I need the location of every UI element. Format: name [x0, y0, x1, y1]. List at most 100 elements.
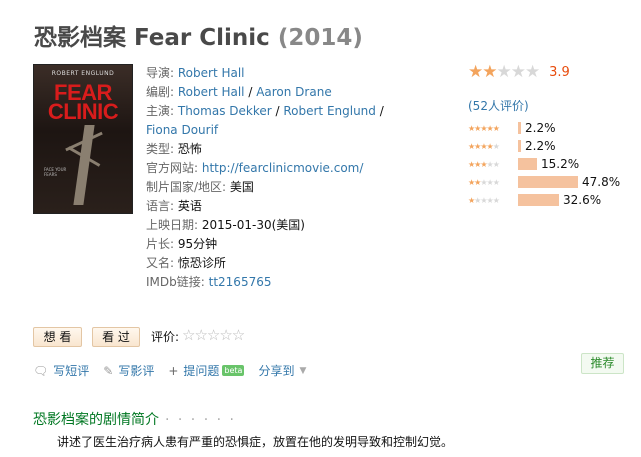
release-date-row: 上映日期: 2015-01-30(美国) [146, 216, 401, 235]
plot-title-dots: · · · · · · [165, 412, 236, 428]
release-date-label: 上映日期: [146, 218, 199, 232]
star-empty-icon: ★ [496, 62, 512, 82]
star-filled-icon: ★ [468, 62, 483, 82]
share-label: 分享到 [258, 364, 295, 378]
histogram-row: ★★★★★ 32.6% [468, 191, 628, 209]
imdb-link[interactable]: tt2165765 [209, 275, 272, 289]
write-short-review[interactable]: 🗨 写短评 [33, 362, 89, 379]
plus-icon: + [168, 363, 179, 378]
writer-link[interactable]: Aaron Drane [256, 85, 332, 99]
action-bar: 🗨 写短评 ✎ 写影评 + 提问题 beta 分享到 ▼ [33, 362, 320, 379]
movie-poster[interactable]: ROBERT ENGLUND FEAR CLINIC FACE YOUR FEA… [33, 64, 133, 214]
director-row: 导演: Robert Hall [146, 64, 401, 83]
title-main: 恐影档案 Fear Clinic [34, 25, 270, 51]
poster-tagline: FACE YOUR FEARS [44, 167, 67, 177]
aka-value: 惊恐诊所 [177, 256, 226, 270]
histogram-percent: 47.8% [582, 175, 621, 189]
recommend-button[interactable]: 推荐 [581, 353, 624, 374]
movie-info: 导演: Robert Hall 编剧: Robert Hall / Aaron … [146, 64, 401, 292]
language-label: 语言: [146, 199, 175, 213]
histogram-row: ★★★★★ 2.2% [468, 137, 628, 155]
write-short-review-label: 写短评 [53, 364, 90, 378]
watched-button[interactable]: 看 过 [92, 327, 140, 347]
runtime-value: 95分钟 [177, 237, 218, 251]
star-filled-icon: ★ [482, 62, 497, 82]
genre-label: 类型: [146, 142, 175, 156]
rating-stars: ★★★★★ [468, 62, 540, 82]
ask-question[interactable]: + 提问题 beta [168, 362, 245, 379]
rating-count-link[interactable]: (52人评价) [468, 97, 529, 114]
separator: / [244, 85, 257, 99]
share-menu[interactable]: 分享到 ▼ [258, 362, 306, 379]
histogram-stars-icon: ★★★★★ [468, 123, 500, 133]
country-value: 美国 [229, 180, 254, 194]
chevron-down-icon: ▼ [299, 365, 307, 376]
histogram-bar [518, 176, 578, 188]
country-label: 制片国家/地区: [146, 180, 227, 194]
histogram-percent: 32.6% [563, 193, 602, 207]
separator: / [375, 104, 384, 118]
official-site-link[interactable]: http://fearclinicmovie.com/ [202, 161, 364, 175]
star-empty-icon: ★ [510, 62, 526, 82]
plot-title: 恐影档案的剧情简介 [33, 412, 159, 428]
cast-label: 主演: [146, 104, 175, 118]
rate-stars-input[interactable]: ☆☆☆☆☆ [182, 326, 245, 344]
country-row: 制片国家/地区: 美国 [146, 178, 401, 197]
imdb-row: IMDb链接: tt2165765 [146, 273, 401, 292]
site-label: 官方网站: [146, 161, 199, 175]
histogram-bar [518, 140, 521, 152]
genre-value: 恐怖 [177, 142, 202, 156]
release-date-value: 2015-01-30(美国) [201, 218, 305, 232]
separator: / [271, 104, 284, 118]
plot-section-title: 恐影档案的剧情简介 · · · · · · [33, 409, 236, 429]
histogram-stars-icon: ★★★★★ [468, 141, 500, 151]
cast-link[interactable]: Thomas Dekker [178, 104, 272, 118]
beta-badge: beta [222, 365, 245, 376]
poster-actor-name: ROBERT ENGLUND [51, 70, 115, 77]
histogram-bar [518, 122, 521, 134]
cast-link[interactable]: Fiona Dourif [146, 123, 218, 137]
plot-summary: 讲述了医生治疗病人患有严重的恐惧症，放置在他的发明导致和控制幻觉。 [57, 435, 454, 449]
histogram-stars-icon: ★★★★★ [468, 195, 500, 205]
aka-label: 又名: [146, 256, 175, 270]
runtime-row: 片长: 95分钟 [146, 235, 401, 254]
rating-score: 3.9 [549, 64, 570, 80]
rate-label: 评价: [151, 330, 180, 344]
page-title: 恐影档案 Fear Clinic (2014) [34, 18, 363, 52]
histogram-percent: 2.2% [525, 121, 556, 135]
site-row: 官方网站: http://fearclinicmovie.com/ [146, 159, 401, 178]
histogram-stars-icon: ★★★★★ [468, 177, 500, 187]
histogram-row: ★★★★★ 15.2% [468, 155, 628, 173]
writer-link[interactable]: Robert Hall [178, 85, 245, 99]
comment-icon: 🗨 [33, 363, 49, 378]
write-review-label: 写影评 [118, 364, 155, 378]
write-review[interactable]: ✎ 写影评 [103, 362, 154, 379]
pencil-icon: ✎ [103, 363, 114, 378]
genre-row: 类型: 恐怖 [146, 140, 401, 159]
histogram-bar [518, 194, 559, 206]
rating-summary: ★★★★★ 3.9 [468, 62, 628, 82]
rating-histogram: ★★★★★ 2.2% ★★★★★ 2.2% ★★★★★ 15.2% ★★★★★ 47.8% ★★… [468, 119, 628, 209]
histogram-percent: 2.2% [525, 139, 556, 153]
language-value: 英语 [177, 199, 202, 213]
cast-row: 主演: Thomas Dekker / Robert Englund / Fio… [146, 102, 401, 140]
writer-row: 编剧: Robert Hall / Aaron Drane [146, 83, 401, 102]
writer-label: 编剧: [146, 85, 175, 99]
language-row: 语言: 英语 [146, 197, 401, 216]
director-link[interactable]: Robert Hall [178, 66, 245, 80]
aka-row: 又名: 惊恐诊所 [146, 254, 401, 273]
director-label: 导演: [146, 66, 175, 80]
runtime-label: 片长: [146, 237, 175, 251]
imdb-label: IMDb链接: [146, 275, 205, 289]
histogram-stars-icon: ★★★★★ [468, 159, 500, 169]
histogram-row: ★★★★★ 2.2% [468, 119, 628, 137]
histogram-percent: 15.2% [541, 157, 580, 171]
histogram-row: ★★★★★ 47.8% [468, 173, 628, 191]
ask-question-label: 提问题 [183, 364, 220, 378]
title-year: (2014) [277, 25, 363, 51]
poster-title-line2: CLINIC [47, 99, 119, 124]
histogram-bar [518, 158, 537, 170]
cast-link[interactable]: Robert Englund [283, 104, 376, 118]
star-empty-icon: ★ [525, 62, 540, 82]
want-to-watch-button[interactable]: 想 看 [33, 327, 82, 347]
